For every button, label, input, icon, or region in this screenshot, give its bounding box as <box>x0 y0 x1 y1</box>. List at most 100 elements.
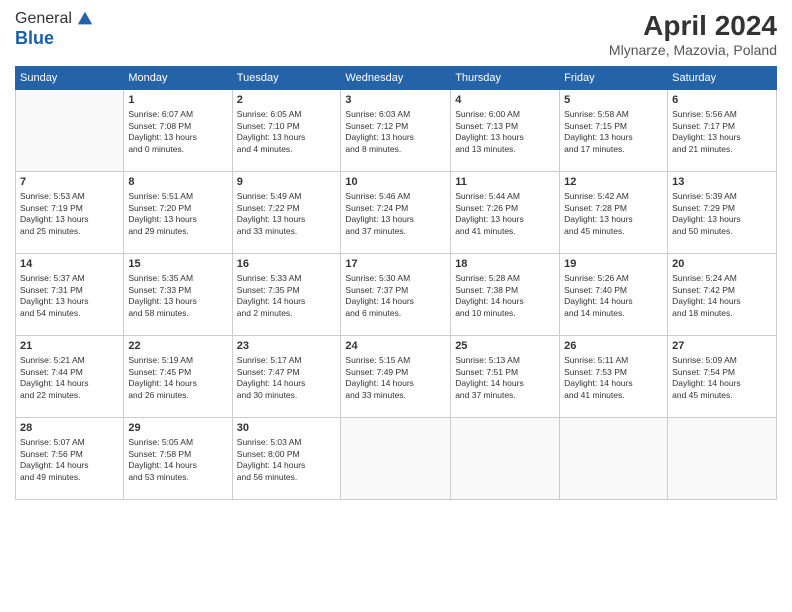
calendar-week-row: 1Sunrise: 6:07 AM Sunset: 7:08 PM Daylig… <box>16 90 777 172</box>
day-number: 8 <box>128 175 227 190</box>
day-number: 4 <box>455 93 555 108</box>
day-info: Sunrise: 5:13 AM Sunset: 7:51 PM Dayligh… <box>455 355 555 401</box>
day-number: 10 <box>345 175 446 190</box>
table-row: 30Sunrise: 5:03 AM Sunset: 8:00 PM Dayli… <box>232 418 341 500</box>
table-row: 5Sunrise: 5:58 AM Sunset: 7:15 PM Daylig… <box>560 90 668 172</box>
table-row: 29Sunrise: 5:05 AM Sunset: 7:58 PM Dayli… <box>124 418 232 500</box>
day-info: Sunrise: 5:21 AM Sunset: 7:44 PM Dayligh… <box>20 355 119 401</box>
logo-blue-text: Blue <box>15 28 54 48</box>
day-info: Sunrise: 5:15 AM Sunset: 7:49 PM Dayligh… <box>345 355 446 401</box>
calendar-header-row: Sunday Monday Tuesday Wednesday Thursday… <box>16 67 777 90</box>
day-info: Sunrise: 5:51 AM Sunset: 7:20 PM Dayligh… <box>128 191 227 237</box>
day-number: 12 <box>564 175 663 190</box>
day-info: Sunrise: 5:26 AM Sunset: 7:40 PM Dayligh… <box>564 273 663 319</box>
day-info: Sunrise: 5:19 AM Sunset: 7:45 PM Dayligh… <box>128 355 227 401</box>
day-number: 16 <box>237 257 337 272</box>
table-row: 7Sunrise: 5:53 AM Sunset: 7:19 PM Daylig… <box>16 172 124 254</box>
table-row: 10Sunrise: 5:46 AM Sunset: 7:24 PM Dayli… <box>341 172 451 254</box>
table-row: 4Sunrise: 6:00 AM Sunset: 7:13 PM Daylig… <box>451 90 560 172</box>
day-number: 3 <box>345 93 446 108</box>
col-saturday: Saturday <box>668 67 777 90</box>
day-number: 29 <box>128 421 227 436</box>
day-number: 14 <box>20 257 119 272</box>
calendar-table: Sunday Monday Tuesday Wednesday Thursday… <box>15 66 777 500</box>
page-header: General Blue April 2024 Mlynarze, Mazovi… <box>15 10 777 58</box>
day-info: Sunrise: 5:33 AM Sunset: 7:35 PM Dayligh… <box>237 273 337 319</box>
calendar-week-row: 14Sunrise: 5:37 AM Sunset: 7:31 PM Dayli… <box>16 254 777 336</box>
table-row: 13Sunrise: 5:39 AM Sunset: 7:29 PM Dayli… <box>668 172 777 254</box>
table-row: 9Sunrise: 5:49 AM Sunset: 7:22 PM Daylig… <box>232 172 341 254</box>
table-row: 18Sunrise: 5:28 AM Sunset: 7:38 PM Dayli… <box>451 254 560 336</box>
day-info: Sunrise: 5:56 AM Sunset: 7:17 PM Dayligh… <box>672 109 772 155</box>
day-info: Sunrise: 5:17 AM Sunset: 7:47 PM Dayligh… <box>237 355 337 401</box>
table-row <box>341 418 451 500</box>
col-wednesday: Wednesday <box>341 67 451 90</box>
day-number: 30 <box>237 421 337 436</box>
table-row: 16Sunrise: 5:33 AM Sunset: 7:35 PM Dayli… <box>232 254 341 336</box>
day-number: 13 <box>672 175 772 190</box>
table-row: 11Sunrise: 5:44 AM Sunset: 7:26 PM Dayli… <box>451 172 560 254</box>
day-number: 6 <box>672 93 772 108</box>
title-block: April 2024 Mlynarze, Mazovia, Poland <box>609 10 777 58</box>
day-info: Sunrise: 5:58 AM Sunset: 7:15 PM Dayligh… <box>564 109 663 155</box>
day-number: 1 <box>128 93 227 108</box>
table-row: 1Sunrise: 6:07 AM Sunset: 7:08 PM Daylig… <box>124 90 232 172</box>
day-number: 27 <box>672 339 772 354</box>
day-number: 28 <box>20 421 119 436</box>
day-info: Sunrise: 5:53 AM Sunset: 7:19 PM Dayligh… <box>20 191 119 237</box>
table-row <box>16 90 124 172</box>
table-row: 25Sunrise: 5:13 AM Sunset: 7:51 PM Dayli… <box>451 336 560 418</box>
table-row <box>451 418 560 500</box>
day-number: 24 <box>345 339 446 354</box>
day-info: Sunrise: 5:39 AM Sunset: 7:29 PM Dayligh… <box>672 191 772 237</box>
day-info: Sunrise: 6:00 AM Sunset: 7:13 PM Dayligh… <box>455 109 555 155</box>
col-monday: Monday <box>124 67 232 90</box>
table-row: 28Sunrise: 5:07 AM Sunset: 7:56 PM Dayli… <box>16 418 124 500</box>
day-number: 5 <box>564 93 663 108</box>
table-row: 17Sunrise: 5:30 AM Sunset: 7:37 PM Dayli… <box>341 254 451 336</box>
table-row: 12Sunrise: 5:42 AM Sunset: 7:28 PM Dayli… <box>560 172 668 254</box>
day-info: Sunrise: 5:35 AM Sunset: 7:33 PM Dayligh… <box>128 273 227 319</box>
table-row: 2Sunrise: 6:05 AM Sunset: 7:10 PM Daylig… <box>232 90 341 172</box>
day-number: 21 <box>20 339 119 354</box>
day-info: Sunrise: 5:09 AM Sunset: 7:54 PM Dayligh… <box>672 355 772 401</box>
table-row: 20Sunrise: 5:24 AM Sunset: 7:42 PM Dayli… <box>668 254 777 336</box>
day-number: 18 <box>455 257 555 272</box>
calendar-week-row: 28Sunrise: 5:07 AM Sunset: 7:56 PM Dayli… <box>16 418 777 500</box>
day-info: Sunrise: 5:30 AM Sunset: 7:37 PM Dayligh… <box>345 273 446 319</box>
calendar-week-row: 7Sunrise: 5:53 AM Sunset: 7:19 PM Daylig… <box>16 172 777 254</box>
day-info: Sunrise: 5:42 AM Sunset: 7:28 PM Dayligh… <box>564 191 663 237</box>
col-thursday: Thursday <box>451 67 560 90</box>
table-row: 21Sunrise: 5:21 AM Sunset: 7:44 PM Dayli… <box>16 336 124 418</box>
day-info: Sunrise: 5:49 AM Sunset: 7:22 PM Dayligh… <box>237 191 337 237</box>
day-info: Sunrise: 6:05 AM Sunset: 7:10 PM Dayligh… <box>237 109 337 155</box>
day-number: 22 <box>128 339 227 354</box>
col-tuesday: Tuesday <box>232 67 341 90</box>
day-number: 9 <box>237 175 337 190</box>
day-info: Sunrise: 5:11 AM Sunset: 7:53 PM Dayligh… <box>564 355 663 401</box>
table-row <box>560 418 668 500</box>
day-info: Sunrise: 5:05 AM Sunset: 7:58 PM Dayligh… <box>128 437 227 483</box>
day-number: 11 <box>455 175 555 190</box>
day-number: 26 <box>564 339 663 354</box>
table-row: 22Sunrise: 5:19 AM Sunset: 7:45 PM Dayli… <box>124 336 232 418</box>
day-info: Sunrise: 5:03 AM Sunset: 8:00 PM Dayligh… <box>237 437 337 483</box>
col-friday: Friday <box>560 67 668 90</box>
table-row: 3Sunrise: 6:03 AM Sunset: 7:12 PM Daylig… <box>341 90 451 172</box>
logo-general-text: General <box>15 10 72 28</box>
table-row: 14Sunrise: 5:37 AM Sunset: 7:31 PM Dayli… <box>16 254 124 336</box>
table-row: 19Sunrise: 5:26 AM Sunset: 7:40 PM Dayli… <box>560 254 668 336</box>
day-number: 25 <box>455 339 555 354</box>
table-row: 27Sunrise: 5:09 AM Sunset: 7:54 PM Dayli… <box>668 336 777 418</box>
day-info: Sunrise: 6:07 AM Sunset: 7:08 PM Dayligh… <box>128 109 227 155</box>
day-number: 15 <box>128 257 227 272</box>
table-row: 15Sunrise: 5:35 AM Sunset: 7:33 PM Dayli… <box>124 254 232 336</box>
table-row: 8Sunrise: 5:51 AM Sunset: 7:20 PM Daylig… <box>124 172 232 254</box>
table-row: 24Sunrise: 5:15 AM Sunset: 7:49 PM Dayli… <box>341 336 451 418</box>
day-info: Sunrise: 5:37 AM Sunset: 7:31 PM Dayligh… <box>20 273 119 319</box>
day-info: Sunrise: 6:03 AM Sunset: 7:12 PM Dayligh… <box>345 109 446 155</box>
day-number: 7 <box>20 175 119 190</box>
table-row: 6Sunrise: 5:56 AM Sunset: 7:17 PM Daylig… <box>668 90 777 172</box>
logo: General Blue <box>15 10 94 49</box>
calendar-week-row: 21Sunrise: 5:21 AM Sunset: 7:44 PM Dayli… <box>16 336 777 418</box>
